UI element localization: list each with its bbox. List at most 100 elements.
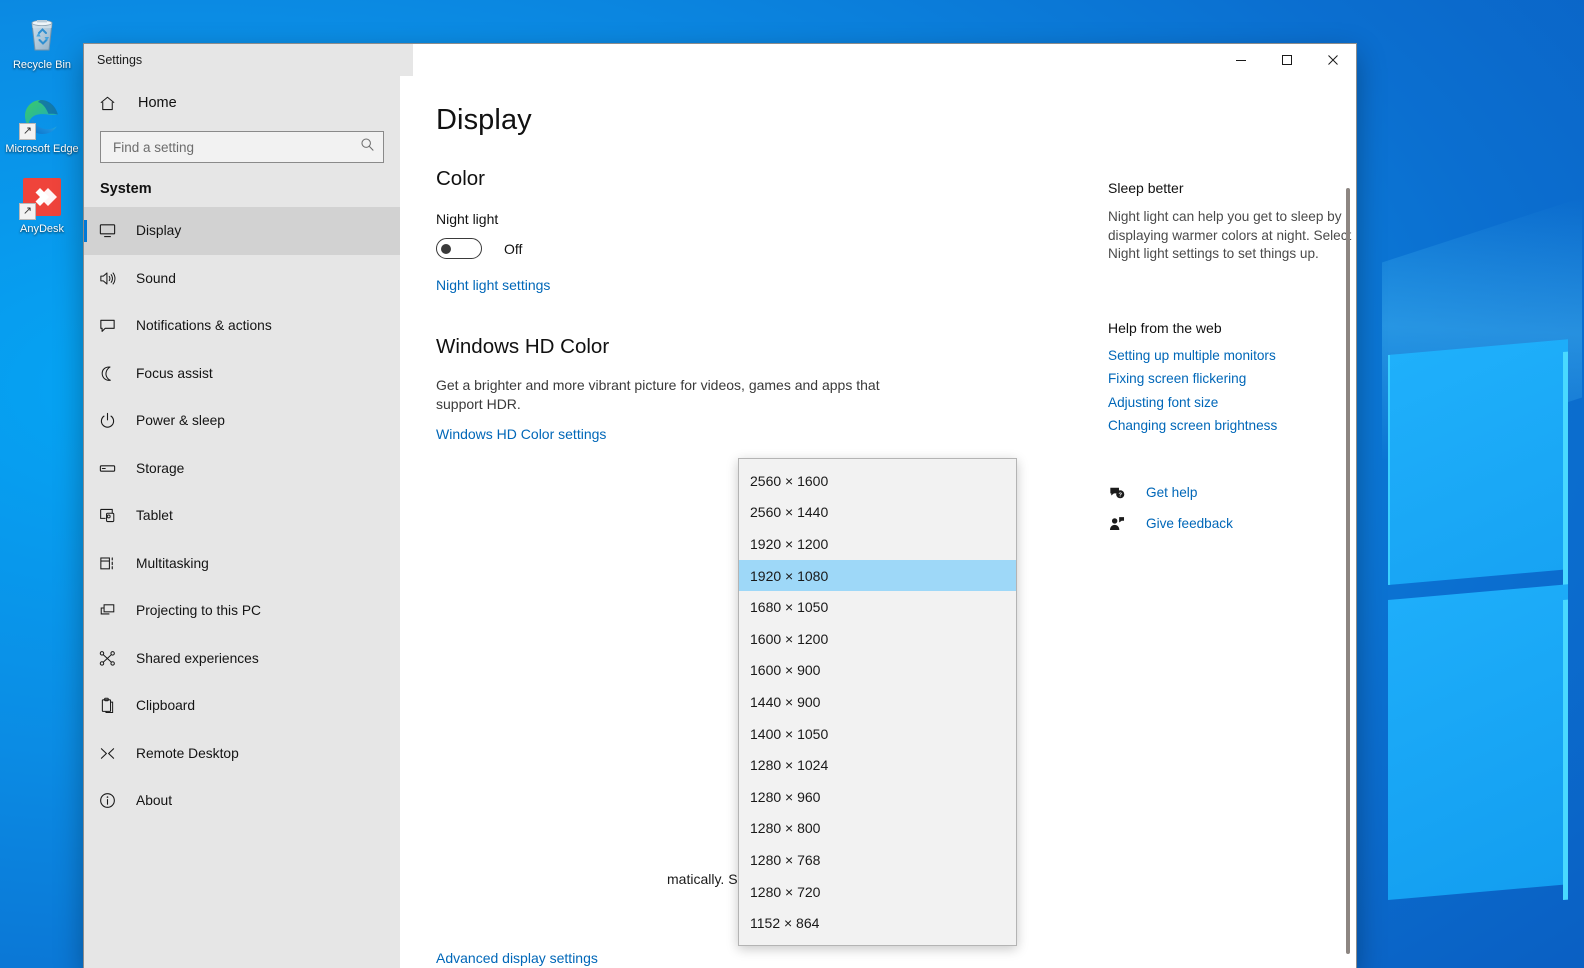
sidebar-item-tablet[interactable]: Tablet (84, 492, 400, 540)
multitasking-icon (98, 554, 124, 573)
maximize-icon (1282, 55, 1292, 65)
resolution-option[interactable]: 1600 × 1200 (739, 623, 1016, 655)
help-panel: Sleep better Night light can help you ge… (1108, 76, 1356, 968)
resolution-option[interactable]: 1400 × 1050 (739, 718, 1016, 750)
sidebar-item-storage[interactable]: Storage (84, 445, 400, 493)
resolution-option[interactable]: 1280 × 800 (739, 813, 1016, 845)
sleep-better-heading: Sleep better (1108, 180, 1184, 196)
sidebar-item-label: Power & sleep (136, 413, 225, 429)
content-scrollbar[interactable] (1346, 188, 1350, 954)
sidebar-item-label: Remote Desktop (136, 745, 239, 761)
advanced-display-settings-link[interactable]: Advanced display settings (436, 950, 598, 966)
sidebar-item-label: Notifications & actions (136, 318, 272, 334)
desktop-icon-recycle-bin[interactable]: Recycle Bin (0, 10, 84, 72)
projecting-icon (98, 601, 124, 620)
sidebar-item-label: About (136, 793, 173, 809)
resolution-option[interactable]: 1680 × 1050 (739, 591, 1016, 623)
hd-color-settings-link[interactable]: Windows HD Color settings (436, 426, 606, 442)
give-feedback-label: Give feedback (1146, 516, 1233, 531)
help-link-setting-up-multiple-monitors[interactable]: Setting up multiple monitors (1108, 348, 1352, 363)
sidebar-item-focus-assist[interactable]: Focus assist (84, 350, 400, 398)
feedback-person-icon (1108, 515, 1134, 533)
sidebar-item-shared-experiences[interactable]: Shared experiences (84, 635, 400, 683)
sidebar-item-label: Clipboard (136, 698, 196, 714)
anydesk-icon: ↗ (19, 174, 65, 220)
night-light-label: Night light (436, 211, 499, 227)
help-link-adjusting-font-size[interactable]: Adjusting font size (1108, 395, 1352, 410)
resolution-option[interactable]: 1600 × 900 (739, 655, 1016, 687)
main-content: Display Color Night light Off Night ligh… (400, 76, 1356, 968)
shortcut-arrow-badge: ↗ (19, 203, 36, 220)
sidebar-section-title: System (100, 181, 152, 197)
sidebar-item-multitasking[interactable]: Multitasking (84, 540, 400, 588)
resolution-option[interactable]: 1280 × 720 (739, 876, 1016, 908)
resolution-option-selected[interactable]: 1920 × 1080 (739, 559, 1016, 592)
minimize-button[interactable] (1218, 44, 1264, 76)
resolution-option[interactable]: 1152 × 864 (739, 907, 1016, 939)
sidebar-item-label: Storage (136, 460, 185, 476)
page-title: Display (436, 104, 532, 136)
search-input[interactable] (111, 138, 360, 156)
title-bar[interactable]: Settings (84, 44, 1356, 76)
share-icon (98, 649, 124, 668)
sidebar-item-display[interactable]: Display (84, 207, 400, 255)
sidebar-item-notifications-actions[interactable]: Notifications & actions (84, 302, 400, 350)
resolution-option[interactable]: 2560 × 1440 (739, 497, 1016, 529)
maximize-button[interactable] (1264, 44, 1310, 76)
sidebar-item-remote-desktop[interactable]: Remote Desktop (84, 730, 400, 778)
sidebar-item-label: Focus assist (136, 365, 213, 381)
help-link-changing-screen-brightness[interactable]: Changing screen brightness (1108, 418, 1352, 433)
hd-color-section-heading: Windows HD Color (436, 335, 610, 358)
sidebar-item-label: Shared experiences (136, 650, 259, 666)
shortcut-arrow-badge: ↗ (19, 123, 36, 140)
sidebar-item-home[interactable]: Home (84, 84, 400, 122)
search-icon[interactable] (360, 137, 375, 157)
resolution-option[interactable]: 1280 × 1024 (739, 749, 1016, 781)
color-section-heading: Color (436, 167, 485, 190)
storage-icon (98, 459, 124, 478)
sidebar-item-projecting-to-this-pc[interactable]: Projecting to this PC (84, 587, 400, 635)
sidebar: Home System (84, 76, 400, 968)
home-icon (98, 94, 128, 113)
speaker-icon (98, 269, 124, 288)
recycle-bin-icon (19, 10, 65, 56)
window-controls (413, 44, 1356, 76)
close-button[interactable] (1310, 44, 1356, 76)
night-light-toggle-row: Off (436, 238, 1108, 259)
night-light-settings-link[interactable]: Night light settings (436, 277, 550, 293)
desktop-icon-label: Recycle Bin (12, 59, 72, 71)
give-feedback-link[interactable]: Give feedback (1108, 515, 1352, 533)
desktop-icon-microsoft-edge[interactable]: ↗ Microsoft Edge (0, 94, 84, 156)
sidebar-item-clipboard[interactable]: Clipboard (84, 682, 400, 730)
resolution-option[interactable]: 1920 × 1200 (739, 528, 1016, 560)
sidebar-item-label: Multitasking (136, 555, 209, 571)
desktop-icon-label: AnyDesk (19, 223, 65, 235)
get-help-link[interactable]: ? Get help (1108, 484, 1352, 502)
sidebar-nav-list: Display Sound Notifications & actions Fo… (84, 207, 400, 835)
close-icon (1328, 55, 1338, 65)
help-link-fixing-screen-flickering[interactable]: Fixing screen flickering (1108, 371, 1352, 386)
help-from-web-heading: Help from the web (1108, 319, 1222, 336)
window-title: Settings (84, 44, 413, 76)
sidebar-item-about[interactable]: About (84, 777, 400, 825)
resolution-option[interactable]: 1440 × 900 (739, 686, 1016, 718)
resolution-option[interactable]: 1280 × 960 (739, 781, 1016, 813)
sidebar-item-sound[interactable]: Sound (84, 255, 400, 303)
desktop-icon-anydesk[interactable]: ↗ AnyDesk (0, 174, 84, 236)
resolution-option[interactable]: 1280 × 768 (739, 844, 1016, 876)
night-light-toggle[interactable] (436, 238, 482, 259)
sidebar-item-label: Projecting to this PC (136, 603, 261, 619)
settings-window: Settings Home Find a setting System Disp… (84, 44, 1356, 968)
search-box[interactable] (100, 131, 384, 163)
info-icon (98, 791, 124, 810)
resolution-dropdown[interactable]: 2560 × 1600 2560 × 1440 1920 × 1200 1920… (738, 458, 1017, 946)
power-icon (98, 411, 124, 430)
resolution-option[interactable]: 2560 × 1600 (739, 465, 1016, 497)
help-links-list: Setting up multiple monitors Fixing scre… (1108, 348, 1352, 434)
sidebar-item-label: Display (136, 223, 182, 239)
notification-icon (98, 316, 124, 335)
sidebar-item-power-sleep[interactable]: Power & sleep (84, 397, 400, 445)
remote-desktop-icon (98, 744, 124, 763)
desktop-icon-label: Microsoft Edge (5, 143, 79, 155)
hd-color-description: Get a brighter and more vibrant picture … (436, 377, 880, 412)
